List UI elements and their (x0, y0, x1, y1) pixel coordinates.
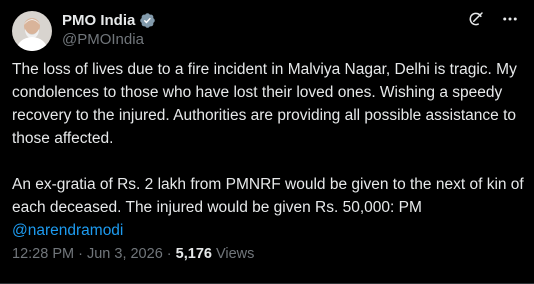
author-handle[interactable]: @PMOIndia (62, 31, 144, 48)
post-date[interactable]: Jun 3, 2026 (87, 246, 163, 262)
post-paragraph: An ex-gratia of Rs. 2 lakh from PMNRF wo… (12, 173, 524, 242)
post-time[interactable]: 12:28 PM (12, 246, 74, 262)
post-meta: 12:28 PM · Jun 3, 2026 · 5,176 Views (12, 246, 254, 262)
mention-link[interactable]: @narendramodi (12, 222, 123, 239)
author-display-name[interactable]: PMO India (62, 12, 135, 29)
post-paragraph: The loss of lives due to a fire incident… (12, 61, 517, 147)
header-actions (466, 9, 520, 29)
views-label: Views (211, 246, 255, 262)
post-text: The loss of lives due to a fire incident… (12, 58, 524, 242)
post-paragraph-text: An ex-gratia of Rs. 2 lakh from PMNRF wo… (12, 176, 524, 216)
avatar[interactable] (12, 11, 52, 51)
meta-separator: · (162, 246, 176, 262)
meta-separator: · (74, 246, 87, 262)
grok-icon[interactable] (466, 9, 486, 29)
views-count: 5,176 (175, 246, 212, 262)
author-name-row: PMO India (62, 12, 156, 29)
more-icon[interactable] (500, 9, 520, 29)
post-card: PMO India @PMOIndia The loss of lives du… (0, 0, 534, 284)
verified-badge-icon[interactable] (139, 12, 156, 29)
